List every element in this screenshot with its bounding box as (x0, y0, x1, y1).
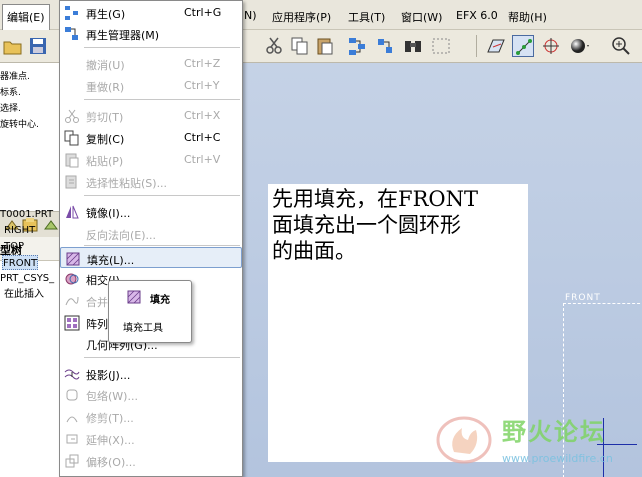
message-line: 选择. (0, 104, 21, 114)
menu-item-paste[interactable]: 粘贴(P) Ctrl+V (60, 149, 242, 170)
open-folder-icon[interactable] (2, 35, 24, 57)
tree-item-top[interactable]: TOP (4, 239, 24, 254)
menu-item-mirror[interactable]: 镜像(I)... (60, 201, 242, 222)
paste-tool-icon[interactable] (314, 35, 336, 57)
datum-plane-display-icon[interactable] (485, 35, 507, 57)
watermark-url: www.proewildfire.cn (502, 452, 613, 465)
edit-menu-dropdown: 再生(G) Ctrl+G 再生管理器(M) 撤消(U) Ctrl+Z 重做(R)… (59, 0, 243, 477)
zoom-in-icon[interactable] (610, 35, 632, 57)
menu-item-fill[interactable]: 填充(L)... (60, 247, 242, 268)
forum-watermark: 野火论坛 www.proewildfire.cn (432, 410, 638, 470)
menu-item-regenerate[interactable]: 再生(G) Ctrl+G (60, 2, 242, 23)
regen-manager-icon[interactable] (374, 35, 396, 57)
merge-icon (65, 296, 79, 306)
menu-efx[interactable]: EFX 6.0 (456, 9, 498, 22)
fill-tooltip: 填充 填充工具 (108, 280, 192, 343)
menu-separator (84, 195, 240, 196)
menu-item-wrap[interactable]: 包络(W)... (60, 384, 242, 405)
menu-separator (84, 47, 240, 48)
message-line: 旋转中心. (0, 120, 39, 130)
menu-item-paste-special[interactable]: 选择性粘贴(S)... (60, 171, 242, 192)
intersect-icon (65, 273, 79, 285)
mirror-icon (66, 205, 79, 219)
tree-item-insert-here[interactable]: 在此插入 (4, 287, 44, 302)
tree-item-right[interactable]: RIGHT (4, 223, 35, 238)
tree-item-csys[interactable]: PRT_CSYS_ (0, 271, 54, 286)
wrap-icon (66, 389, 78, 401)
fill-icon (66, 252, 80, 266)
flame-logo-icon (436, 416, 492, 464)
menu-window[interactable]: 窗口(W) (401, 9, 442, 25)
watermark-title: 野火论坛 (502, 418, 606, 446)
paste-icon (65, 153, 79, 168)
regen-manager-icon (65, 27, 78, 40)
datum-point-display-icon[interactable] (540, 35, 562, 57)
message-line: 器准点. (0, 72, 30, 82)
save-icon[interactable] (27, 35, 49, 57)
fill-icon (127, 290, 141, 304)
menu-item-regen-manager[interactable]: 再生管理器(M) (60, 23, 242, 44)
message-line: 标系. (0, 88, 21, 98)
tree-item-part[interactable]: T0001.PRT (0, 207, 53, 222)
offset-icon (65, 454, 79, 468)
front-plane-label: FRONT (565, 293, 601, 303)
cut-tool-icon[interactable] (263, 35, 285, 57)
menu-item-copy[interactable]: 复制(C) Ctrl+C (60, 127, 242, 148)
shading-sphere-icon[interactable] (568, 35, 590, 57)
select-box-icon[interactable] (430, 35, 452, 57)
menu-applications[interactable]: 应用程序(P) (272, 9, 331, 25)
left-panel: 器准点. 标系. 选择. 旋转中心. 型树 T0001.PRT RIGHT TO… (0, 63, 60, 477)
menu-item-project[interactable]: 投影(J)... (60, 363, 242, 384)
menu-separator (84, 245, 240, 246)
menu-help[interactable]: 帮助(H) (508, 9, 547, 25)
menu-item-offset[interactable]: 偏移(O)... (60, 450, 242, 471)
note-line-1: 先用填充，在FRONT (272, 187, 478, 211)
regenerate-tool-icon[interactable] (346, 35, 368, 57)
copy-tool-icon[interactable] (289, 35, 311, 57)
menu-separator (84, 99, 240, 100)
extend-icon (66, 434, 78, 444)
menu-edit[interactable]: 编辑(E) (2, 4, 50, 30)
menu-view[interactable]: N) (244, 9, 257, 22)
tooltip-description: 填充工具 (123, 323, 163, 334)
trim-icon (66, 416, 78, 423)
menu-tools[interactable]: 工具(T) (348, 9, 385, 25)
regenerate-icon (65, 6, 78, 20)
pattern-icon (64, 315, 80, 331)
project-icon (64, 369, 80, 380)
copy-icon (64, 130, 79, 146)
tree-item-front[interactable]: FRONT (2, 255, 39, 270)
paste-special-icon (65, 175, 77, 189)
scissors-icon (65, 109, 79, 123)
menu-item-redo[interactable]: 重做(R) Ctrl+Y (60, 75, 242, 96)
toolbar-separator (476, 35, 477, 57)
note-line-3: 的曲面。 (272, 239, 356, 263)
datum-axis-display-icon[interactable] (512, 35, 534, 57)
tooltip-title: 填充 (150, 295, 170, 306)
menu-separator (84, 357, 240, 358)
menu-item-extend[interactable]: 延伸(X)... (60, 428, 242, 449)
menu-item-reverse-normal[interactable]: 反向法向(E)... (60, 223, 242, 244)
menu-item-cut[interactable]: 剪切(T) Ctrl+X (60, 105, 242, 126)
note-line-2: 面填充出一个圆环形 (272, 213, 461, 237)
menu-item-undo[interactable]: 撤消(U) Ctrl+Z (60, 53, 242, 74)
find-binoculars-icon[interactable] (402, 35, 424, 57)
menu-item-trim[interactable]: 修剪(T)... (60, 406, 242, 427)
